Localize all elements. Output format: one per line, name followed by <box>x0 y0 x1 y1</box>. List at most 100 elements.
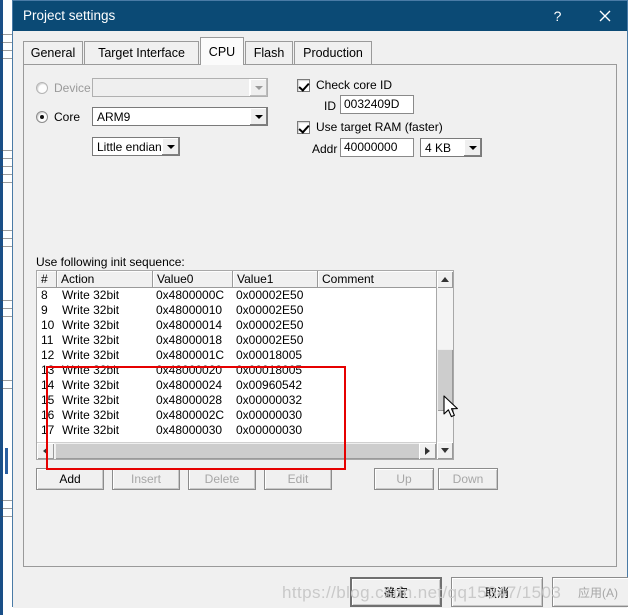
close-icon <box>599 10 610 22</box>
column-header-comment[interactable]: Comment <box>318 271 438 288</box>
ram-size-combobox[interactable]: 4 KB <box>420 138 482 157</box>
ok-button[interactable]: 确定 <box>350 577 442 607</box>
table-row[interactable]: 13 Write 32bit 0x48000020 0x00018005 <box>37 363 453 378</box>
ram-addr-input[interactable]: 40000000 <box>340 138 414 157</box>
table-row[interactable]: 12 Write 32bit 0x4800001C 0x00018005 <box>37 348 453 363</box>
chevron-down-icon <box>254 85 263 90</box>
edit-button[interactable]: Edit <box>264 468 332 490</box>
tab-cpu[interactable]: CPU <box>200 37 244 65</box>
device-radio-row[interactable]: Device <box>36 81 91 95</box>
tab-target-interface-label: Target Interface <box>98 46 185 60</box>
help-button[interactable]: ? <box>535 1 580 31</box>
listview-horizontal-scrollbar[interactable] <box>37 442 436 459</box>
ram-size-combobox-arrow[interactable] <box>463 139 481 156</box>
table-row[interactable]: 14 Write 32bit 0x48000024 0x00960542 <box>37 378 453 393</box>
cell-num: 15 <box>41 393 55 407</box>
core-combobox-arrow[interactable] <box>249 108 267 125</box>
table-row[interactable]: 9 Write 32bit 0x48000010 0x00002E50 <box>37 303 453 318</box>
insert-button[interactable]: Insert <box>112 468 180 490</box>
use-target-ram-row[interactable]: Use target RAM (faster) <box>297 120 443 134</box>
tab-general-label: General <box>30 46 76 60</box>
project-settings-dialog: Project settings ? General Target Interf… <box>12 0 628 608</box>
core-id-input[interactable]: 0032409D <box>340 95 414 114</box>
check-core-id-label: Check core ID <box>316 78 393 92</box>
device-combobox-arrow[interactable] <box>249 79 267 96</box>
window-title: Project settings <box>23 8 116 23</box>
core-label: Core <box>54 110 81 124</box>
table-row[interactable]: 16 Write 32bit 0x4800002C 0x00000030 <box>37 408 453 423</box>
delete-button[interactable]: Delete <box>188 468 256 490</box>
device-combobox[interactable] <box>92 78 268 97</box>
cell-value1: 0x00000032 <box>236 393 303 407</box>
cell-num: 14 <box>41 378 55 392</box>
close-button[interactable] <box>582 1 627 31</box>
cell-num: 8 <box>41 288 48 302</box>
cell-action: Write 32bit <box>62 333 120 347</box>
question-mark-icon: ? <box>553 8 562 24</box>
check-core-id-row[interactable]: Check core ID <box>297 78 392 92</box>
move-down-button[interactable]: Down <box>438 468 498 490</box>
core-combobox[interactable]: ARM9 <box>92 107 268 126</box>
endian-combobox-arrow[interactable] <box>161 138 179 155</box>
scroll-up-button[interactable] <box>437 271 453 288</box>
use-target-ram-label: Use target RAM (faster) <box>316 120 443 134</box>
column-header-value1[interactable]: Value1 <box>233 271 318 288</box>
cell-value1: 0x00000030 <box>236 423 303 437</box>
scroll-left-button[interactable] <box>37 443 54 459</box>
cell-action: Write 32bit <box>62 303 120 317</box>
tab-target-interface[interactable]: Target Interface <box>84 41 199 64</box>
cell-num: 13 <box>41 363 55 377</box>
core-id-field-label: ID <box>324 99 336 113</box>
cell-action: Write 32bit <box>62 393 120 407</box>
cell-value0: 0x48000018 <box>156 333 223 347</box>
use-target-ram-checkbox[interactable] <box>297 120 310 134</box>
chevron-down-icon <box>441 448 449 453</box>
device-radio-icon[interactable] <box>36 82 48 94</box>
tab-general[interactable]: General <box>23 41 83 64</box>
column-header-value0[interactable]: Value0 <box>153 271 233 288</box>
init-sequence-listview[interactable]: # Action Value0 Value1 Comment 8 Write 32… <box>36 270 454 470</box>
listview-vertical-scrollbar[interactable] <box>436 271 453 459</box>
table-row[interactable]: 15 Write 32bit 0x48000028 0x00000032 <box>37 393 453 408</box>
vertical-scrollbar-thumb[interactable] <box>437 349 453 411</box>
check-core-id-checkbox[interactable] <box>297 78 310 92</box>
chevron-right-icon <box>425 447 430 455</box>
table-row[interactable]: 10 Write 32bit 0x48000014 0x00002E50 <box>37 318 453 333</box>
table-row[interactable]: 17 Write 32bit 0x48000030 0x00000030 <box>37 423 453 438</box>
core-radio-icon[interactable] <box>36 111 48 123</box>
apply-button[interactable]: 应用(A) <box>552 577 628 607</box>
cell-value1: 0x00002E50 <box>236 318 304 332</box>
cell-value1: 0x00002E50 <box>236 288 304 302</box>
cell-value1: 0x00018005 <box>236 363 303 377</box>
cell-value0: 0x48000010 <box>156 303 223 317</box>
cell-num: 10 <box>41 318 55 332</box>
cell-action: Write 32bit <box>62 363 120 377</box>
table-row[interactable]: 8 Write 32bit 0x4800000C 0x00002E50 <box>37 288 453 303</box>
table-row[interactable]: 11 Write 32bit 0x48000018 0x00002E50 <box>37 333 453 348</box>
cell-value0: 0x48000014 <box>156 318 223 332</box>
cancel-button[interactable]: 取消 <box>451 577 543 607</box>
dialog-client-area: General Target Interface CPU Flash Produ… <box>13 31 628 608</box>
cell-value0: 0x4800001C <box>156 348 225 362</box>
add-button[interactable]: Add <box>36 468 104 490</box>
scroll-right-button[interactable] <box>419 443 436 459</box>
cell-action: Write 32bit <box>62 378 120 392</box>
init-sequence-header-row: # Action Value0 Value1 Comment <box>37 271 453 288</box>
column-header-action[interactable]: Action <box>57 271 153 288</box>
move-up-button[interactable]: Up <box>374 468 434 490</box>
init-sequence-caption: Use following init sequence: <box>36 255 185 269</box>
core-radio-row[interactable]: Core <box>36 110 80 124</box>
cell-value1: 0x00018005 <box>236 348 303 362</box>
cell-action: Write 32bit <box>62 423 120 437</box>
tab-cpu-label: CPU <box>208 44 236 59</box>
endian-combobox[interactable]: Little endian <box>92 137 180 156</box>
column-header-num[interactable]: # <box>37 271 57 288</box>
cell-num: 12 <box>41 348 55 362</box>
tab-production[interactable]: Production <box>294 41 372 64</box>
scroll-down-button[interactable] <box>437 442 453 459</box>
cell-value0: 0x4800000C <box>156 288 225 302</box>
cell-value1: 0x00002E50 <box>236 303 304 317</box>
horizontal-scrollbar-thumb[interactable] <box>55 443 420 459</box>
chevron-down-icon <box>254 114 263 119</box>
tab-flash[interactable]: Flash <box>245 41 293 64</box>
